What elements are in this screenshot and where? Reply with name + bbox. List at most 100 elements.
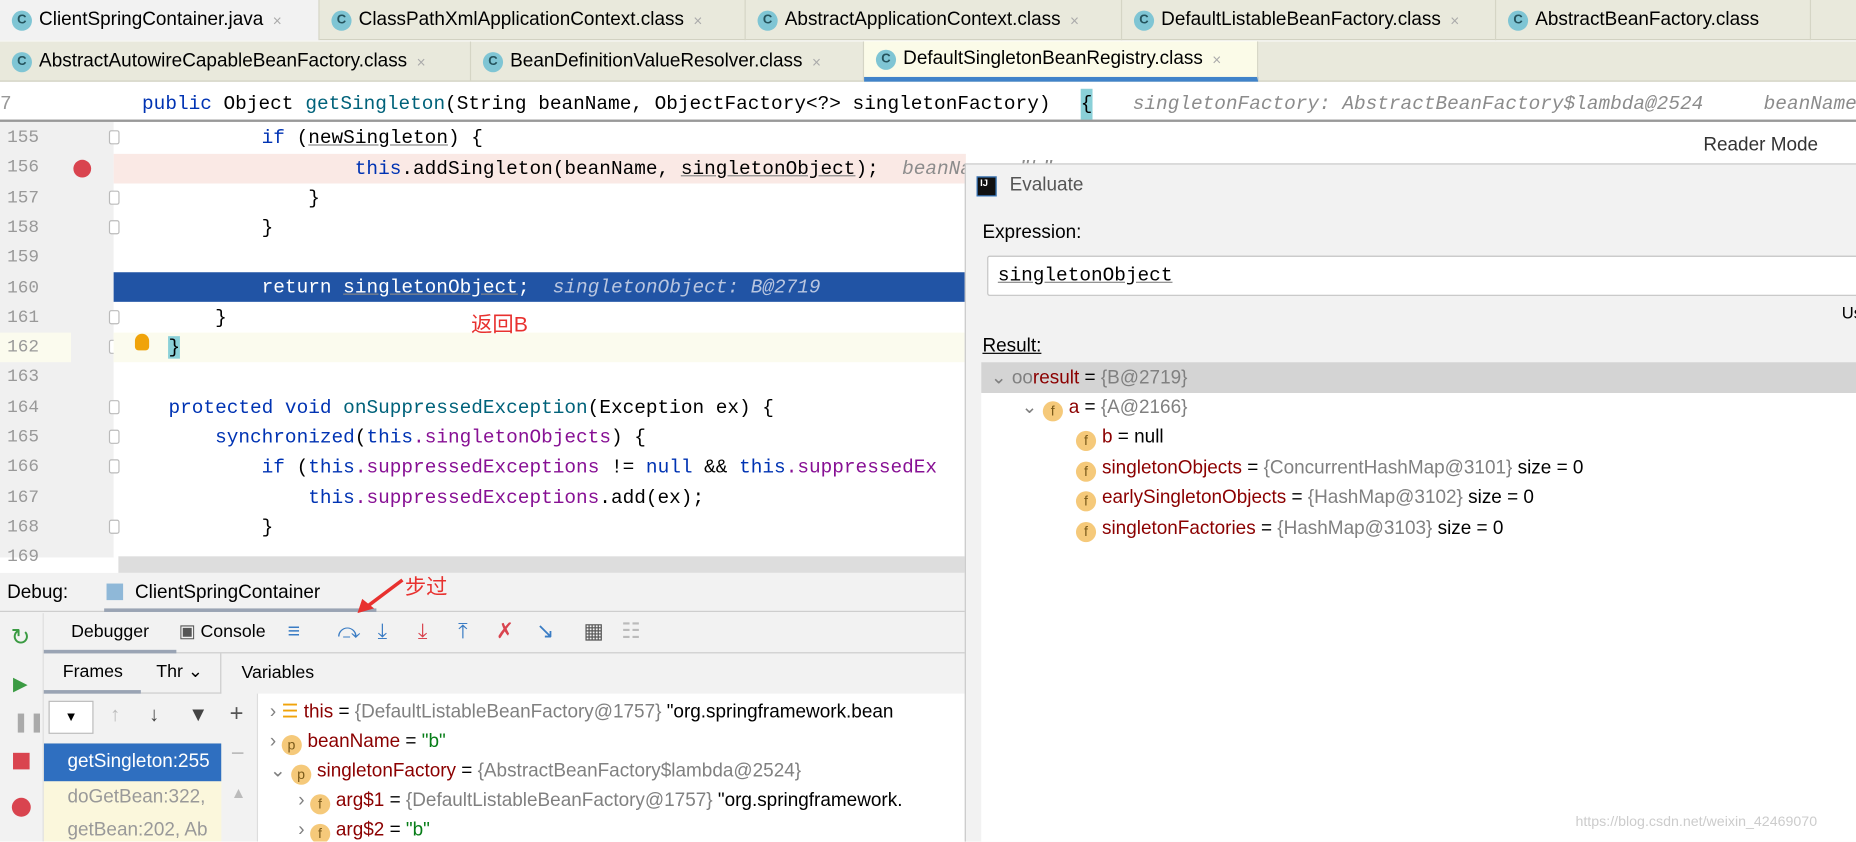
frame-item[interactable]: getSingleton:255 — [43, 743, 222, 782]
sticky-line-number: 7 — [0, 92, 12, 115]
annotation-return-b: 返回B — [471, 312, 528, 337]
filter-icon[interactable]: ▼ — [188, 703, 208, 727]
sticky-method-name: getSingleton — [305, 92, 446, 115]
close-icon[interactable]: × — [273, 11, 282, 29]
variable-singletonFactory[interactable]: ⌄ p singletonFactory = {AbstractBeanFacto… — [270, 756, 801, 786]
static-field-icon: f — [1075, 491, 1097, 512]
tab-frames[interactable]: Frames — [43, 653, 141, 694]
arrow-down-icon[interactable]: ↓ — [149, 703, 159, 727]
reader-mode-button[interactable]: Reader Mode — [1680, 130, 1841, 160]
thread-selector-dropdown[interactable]: ▼ — [48, 700, 94, 734]
horizontal-scrollbar[interactable] — [118, 556, 965, 573]
step-into-icon[interactable]: ⤓ — [378, 613, 387, 649]
line-number: 161 — [7, 307, 40, 328]
tab-abstract-autowire-capable[interactable]: C AbstractAutowireCapableBeanFactory.clas… — [0, 41, 472, 82]
class-icon: C — [11, 51, 32, 72]
tab-classpath-xml-app-context[interactable]: C ClassPathXmlApplicationContext.class × — [320, 0, 746, 41]
application-icon — [106, 583, 124, 601]
line-number: 162 — [0, 332, 72, 363]
tab-default-listable-bean-factory[interactable]: C DefaultListableBeanFactory.class × — [1122, 0, 1497, 41]
close-icon[interactable]: × — [417, 53, 426, 71]
line-number: 168 — [7, 517, 40, 538]
close-icon[interactable]: × — [1070, 11, 1079, 29]
field-icon: f — [309, 794, 330, 815]
static-field-icon: f — [1075, 521, 1097, 543]
tab-default-singleton-bean-registry[interactable]: C DefaultSingletonBeanRegistry.class × — [864, 41, 1259, 82]
result-tree: ⌄ ooresult = {B@2719} ⌄ fa = {A@2166} fb… — [981, 362, 1856, 842]
arrow-up-icon[interactable]: ↑ — [110, 703, 120, 727]
line-number: 166 — [7, 457, 40, 478]
class-icon: C — [1507, 10, 1529, 31]
line-number: 155 — [7, 127, 40, 148]
variable-beanName[interactable]: › p beanName = "b" — [270, 727, 446, 757]
tab-abstract-app-context[interactable]: C AbstractApplicationContext.class × — [746, 0, 1123, 41]
param-icon: p — [281, 735, 302, 756]
debug-left-toolbar: ↻ ▶ ❚❚ — [0, 613, 45, 842]
field-earlySingletonObjects-node[interactable]: f earlySingletonObjects = {HashMap@3102} … — [1075, 483, 1534, 513]
tab-debugger[interactable]: Debugger — [43, 613, 177, 654]
add-watch-icon[interactable]: + — [230, 701, 244, 728]
line-number: 157 — [7, 187, 40, 208]
force-step-into-icon[interactable]: ⤓ — [418, 613, 427, 649]
annotation-step-over: 步过 — [404, 575, 448, 599]
line-number: 164 — [7, 397, 40, 418]
sticky-brace: { — [1080, 88, 1093, 120]
variable-arg2[interactable]: › f arg$2 = "b" — [298, 816, 430, 842]
frame-item[interactable]: getBean:202, Ab — [44, 814, 207, 841]
line-number: 163 — [7, 367, 40, 388]
result-node[interactable]: ⌄ ooresult = {B@2719} — [991, 363, 1188, 393]
tab-console[interactable]: ▣ Console — [179, 613, 266, 653]
rerun-icon[interactable]: ↻ — [11, 623, 31, 653]
field-a-node[interactable]: ⌄ fa = {A@2166} — [1021, 393, 1187, 423]
expression-input[interactable]: singletonObject — [987, 255, 1856, 296]
use-hint: Us — [1841, 303, 1856, 322]
close-icon[interactable]: × — [1450, 11, 1459, 29]
editor-tabs-row-1: C ClientSpringContainer.java × C ClassPathX… — [0, 0, 1856, 41]
close-icon[interactable]: × — [812, 53, 821, 71]
trace-icon[interactable]: ☷ — [621, 613, 640, 649]
tab-bean-definition-value-resolver[interactable]: C BeanDefinitionValueResolver.class × — [471, 41, 865, 82]
step-out-icon[interactable]: ⤒ — [458, 613, 467, 649]
tab-abstract-bean-factory[interactable]: C AbstractBeanFactory.class — [1496, 0, 1812, 41]
java-class-icon: C — [11, 10, 32, 31]
variables-tree: › ☰ this = {DefaultListableBeanFactory@1… — [258, 693, 971, 842]
view-breakpoints-icon[interactable] — [11, 797, 31, 817]
step-over-icon[interactable]: ⤼ — [337, 613, 360, 649]
move-up-icon[interactable]: ▲ — [231, 784, 246, 802]
chevron-down-icon: ⌄ — [1021, 397, 1043, 418]
class-icon: C — [757, 10, 778, 31]
tab-client-spring-container[interactable]: C ClientSpringContainer.java × — [0, 0, 320, 41]
class-icon: C — [482, 51, 504, 72]
breakpoint-icon[interactable] — [73, 159, 92, 178]
stop-icon[interactable] — [13, 752, 30, 770]
close-icon[interactable]: × — [693, 11, 702, 29]
remove-watch-icon[interactable]: − — [231, 741, 245, 768]
evaluate-expression-icon[interactable]: ▦ — [584, 613, 604, 649]
frame-item[interactable]: doGetBean:322, — [44, 781, 205, 814]
close-icon[interactable]: × — [1212, 50, 1221, 68]
annotation-arrow-icon — [357, 578, 404, 614]
tab-threads[interactable]: Thr ⌄ — [156, 653, 202, 691]
field-b-node[interactable]: fb = null — [1075, 423, 1164, 453]
watermark: https://blog.csdn.net/weixin_42469070 — [1575, 813, 1818, 830]
line-number: 165 — [7, 427, 40, 448]
debug-tool-window: Debug: ClientSpringContainer 步过 ↻ ▶ ❚❚ D… — [0, 572, 971, 842]
console-icon: ▣ — [178, 621, 201, 642]
variable-this[interactable]: › ☰ this = {DefaultListableBeanFactory@1… — [270, 697, 894, 727]
line-number: 156 — [7, 157, 40, 178]
class-icon: C — [331, 10, 352, 31]
run-to-cursor-icon[interactable]: ↘ — [536, 613, 554, 649]
variable-arg1[interactable]: › f arg$1 = {DefaultListableBeanFactory@1… — [298, 786, 902, 816]
field-singletonObjects-node[interactable]: f singletonObjects = {ConcurrentHashMap@3… — [1075, 453, 1583, 483]
static-field-icon: f — [1075, 461, 1097, 482]
chevron-down-icon: ⌄ — [990, 368, 1012, 389]
pause-icon[interactable]: ❚❚ — [13, 710, 45, 734]
resume-icon[interactable]: ▶ — [13, 672, 28, 696]
debug-session-tab[interactable]: ClientSpringContainer — [104, 573, 377, 612]
layout-icon[interactable]: ≡ — [288, 613, 300, 649]
dialog-title: Evaluate — [1009, 175, 1084, 196]
field-singletonFactories-node[interactable]: f singletonFactories = {HashMap@3103} siz… — [1075, 514, 1503, 544]
editor-tabs-row-2: C AbstractAutowireCapableBeanFactory.clas… — [0, 41, 1856, 82]
drop-frame-icon[interactable]: ✗ — [496, 613, 514, 649]
field-icon: f — [309, 823, 330, 842]
